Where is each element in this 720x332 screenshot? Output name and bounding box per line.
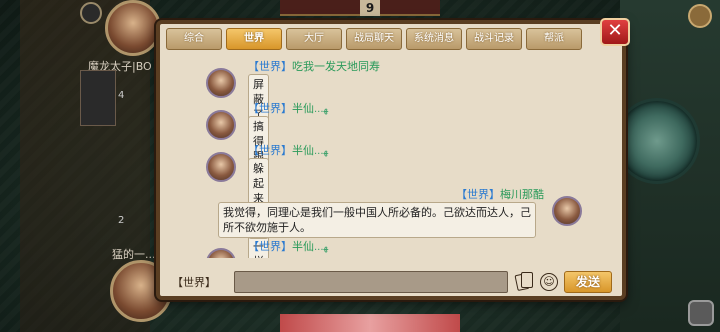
close-button[interactable]: ✕ — [600, 18, 630, 46]
tab-lobby[interactable]: 大厅 — [286, 28, 342, 50]
message-list[interactable]: 【世界】吃我一发天地同寿 屏蔽了 【世界】半仙...ﻬ 搞得跟堆地下党人一样 【… — [168, 58, 614, 258]
chat-input-bar: 【世界】 ☺ 发送 — [172, 268, 612, 296]
sender-name[interactable]: 半仙 — [292, 102, 314, 115]
sender-name[interactable]: 吃我一发天地同寿 — [292, 60, 380, 73]
chat-input[interactable] — [234, 271, 508, 293]
avatar[interactable] — [206, 68, 236, 98]
tab-guild[interactable]: 帮派 — [526, 28, 582, 50]
hand-cards[interactable] — [280, 314, 460, 332]
tab-world[interactable]: 世界 — [226, 28, 282, 50]
sender-name[interactable]: 半仙 — [292, 144, 314, 157]
player-card-slot — [80, 70, 116, 126]
emoji-icon[interactable]: ☺ — [540, 273, 558, 291]
sender-name[interactable]: 半仙 — [292, 240, 314, 253]
avatar[interactable] — [206, 152, 236, 182]
avatar[interactable] — [206, 248, 236, 258]
jade-disc-decoration — [614, 98, 700, 184]
chat-tabs: 综合 世界 大厅 战局聊天 系统消息 战斗记录 帮派 — [166, 28, 592, 52]
channel-tag: 【世界】 — [248, 144, 292, 157]
send-button[interactable]: 发送 — [564, 271, 612, 293]
cards-icon[interactable] — [514, 271, 534, 293]
channel-tag: 【世界】 — [248, 60, 292, 73]
avatar[interactable] — [206, 110, 236, 140]
eye-icon[interactable] — [80, 2, 102, 24]
channel-tag: 【世界】 — [456, 188, 500, 201]
tab-match-chat[interactable]: 战局聊天 — [346, 28, 402, 50]
chat-modal: 综合 世界 大厅 战局聊天 系统消息 战斗记录 帮派 ✕ 【世界】吃我一发天地同… — [156, 18, 630, 300]
tab-general[interactable]: 综合 — [166, 28, 222, 50]
message-header: 【世界】半仙...ﻬ — [248, 100, 328, 116]
side-number: 4 — [118, 90, 125, 101]
input-channel-label: 【世界】 — [172, 276, 216, 289]
message-bubble: 我觉得，同理心是我们一般中国人所必备的。己欲达而达人，己所不欲勿施于人。 — [218, 202, 536, 238]
menu-icon[interactable] — [688, 4, 712, 28]
message-header: 【世界】梅川那酷 — [438, 186, 544, 202]
name-decoration: ...ﻬ — [314, 104, 329, 115]
channel-tag: 【世界】 — [248, 240, 292, 253]
name-decoration: ...ﻬ — [314, 242, 329, 253]
message-header: 【世界】半仙...ﻬ — [248, 238, 328, 254]
top-player-avatar[interactable] — [105, 0, 161, 56]
tab-system-messages[interactable]: 系统消息 — [406, 28, 462, 50]
avatar[interactable] — [552, 196, 582, 226]
side-number: 2 — [118, 215, 125, 226]
name-decoration: ...ﻬ — [314, 146, 329, 157]
channel-tag: 【世界】 — [248, 102, 292, 115]
deck-counter: 9 — [360, 0, 380, 16]
bottom-player-label: 猛的一... — [112, 248, 156, 261]
message-header: 【世界】半仙...ﻬ — [248, 142, 328, 158]
sender-name[interactable]: 梅川那酷 — [500, 188, 544, 201]
person-icon[interactable] — [688, 300, 714, 326]
tab-battle-log[interactable]: 战斗记录 — [466, 28, 522, 50]
message-header: 【世界】吃我一发天地同寿 — [248, 58, 380, 74]
